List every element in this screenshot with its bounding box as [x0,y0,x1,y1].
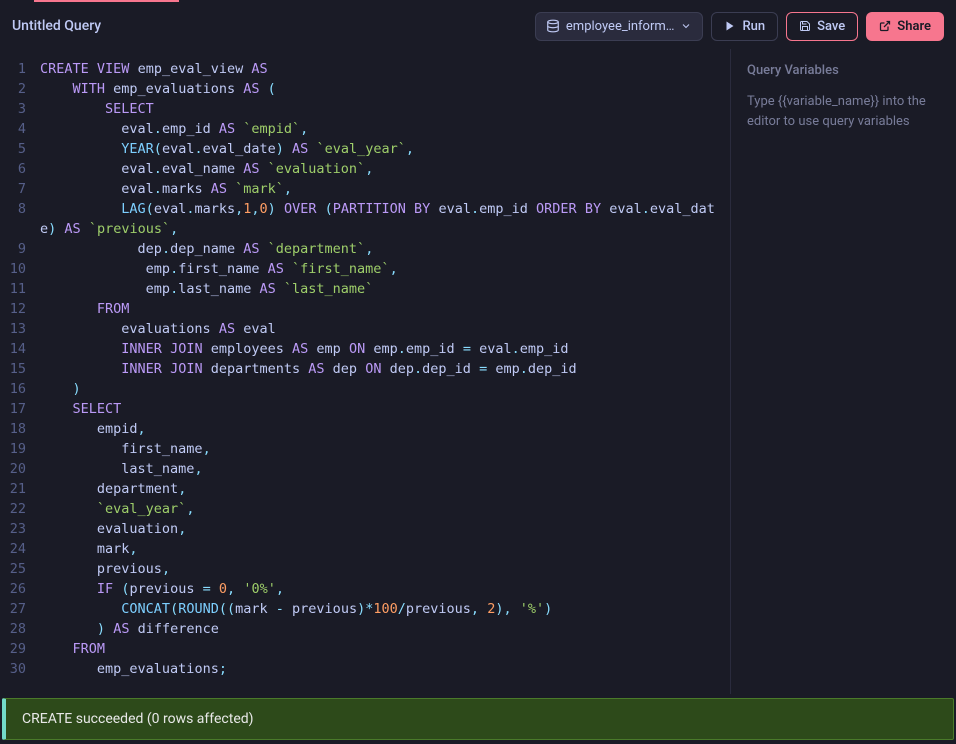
run-label: Run [742,19,765,34]
sidebar-help: Type {{variable_name}} into the editor t… [747,92,940,131]
query-title[interactable]: Untitled Query [12,18,101,34]
play-icon [724,20,736,32]
save-icon [799,20,811,32]
header: Untitled Query employee_inform… Run Save [0,3,956,49]
share-icon [879,20,891,32]
variables-sidebar: Query Variables Type {{variable_name}} i… [731,49,956,694]
status-bar: CREATE succeeded (0 rows affected) [2,698,954,740]
status-message: CREATE succeeded (0 rows affected) [22,711,254,727]
share-button[interactable]: Share [866,12,944,41]
database-selector[interactable]: employee_inform… [535,12,704,41]
sql-editor[interactable]: 1234567891011121314151617181920212223242… [0,49,731,694]
chevron-down-icon [680,20,692,32]
active-tab-indicator [0,0,956,3]
database-icon [546,19,560,33]
sidebar-title: Query Variables [747,63,940,78]
header-actions: employee_inform… Run Save Share [535,12,944,41]
share-label: Share [897,19,931,34]
save-button[interactable]: Save [786,12,858,41]
save-label: Save [817,19,845,34]
run-button[interactable]: Run [711,12,778,41]
database-label: employee_inform… [566,19,675,34]
line-gutter: 1234567891011121314151617181920212223242… [0,49,32,694]
main-area: 1234567891011121314151617181920212223242… [0,49,956,694]
code-area[interactable]: CREATE VIEW emp_eval_view AS WITH emp_ev… [32,49,730,694]
